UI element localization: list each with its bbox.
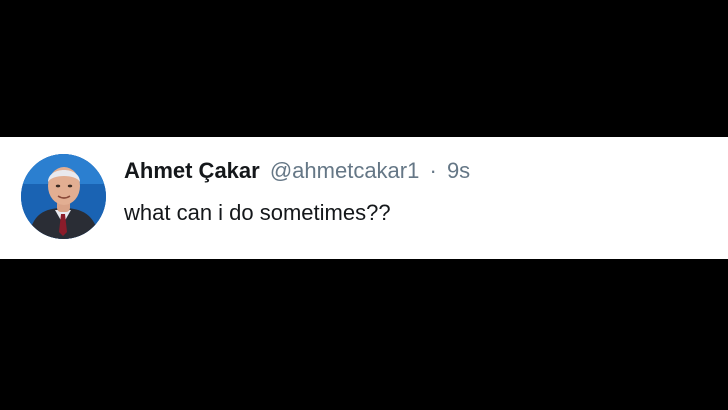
display-name[interactable]: Ahmet Çakar xyxy=(124,158,260,183)
tweet-timestamp[interactable]: 9s xyxy=(447,158,470,183)
separator-dot: · xyxy=(429,158,437,183)
tweet-header: Ahmet Çakar @ahmetcakar1 · 9s xyxy=(124,157,470,185)
avatar-image xyxy=(21,154,106,239)
tweet-text: what can i do sometimes?? xyxy=(124,200,391,225)
avatar[interactable] xyxy=(21,154,106,239)
user-handle[interactable]: @ahmetcakar1 xyxy=(270,158,420,183)
tweet-card[interactable]: Ahmet Çakar @ahmetcakar1 · 9s what can i… xyxy=(0,137,728,259)
